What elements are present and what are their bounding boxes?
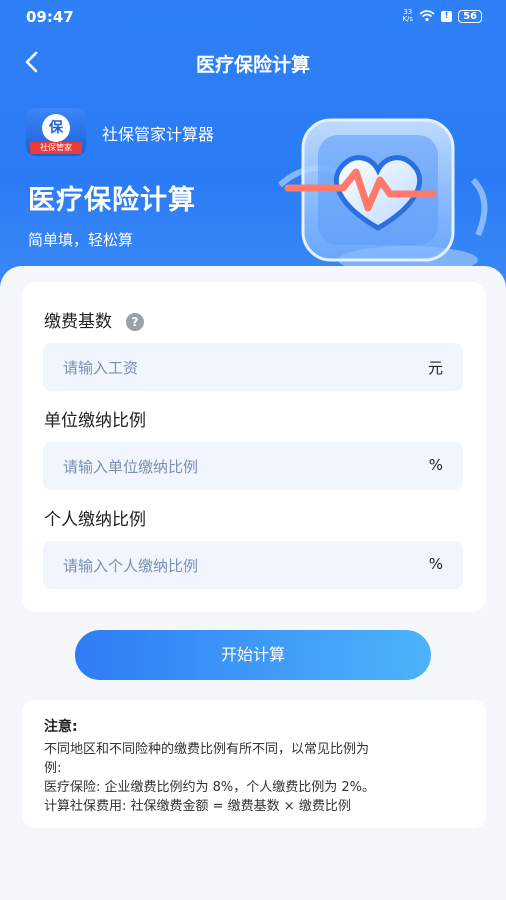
base-salary-unit: 元	[427, 359, 443, 377]
alert-icon: !	[441, 10, 453, 22]
company-rate-label: 单位缴纳比例	[44, 411, 146, 431]
base-label: 缴费基数?	[44, 307, 144, 332]
network-speed: 33 K/s	[402, 8, 414, 23]
status-time: 09:47	[26, 8, 74, 26]
company-rate-unit: %	[428, 456, 443, 474]
hero-title: 医疗保险计算	[28, 185, 196, 216]
notice-line: 计算社保费用: 社保缴费金额 = 缴费基数 × 缴费比例	[44, 799, 351, 814]
page-title: 医疗保险计算	[195, 54, 310, 76]
nav-bar: 医疗保险计算	[0, 40, 506, 84]
hero-subtitle: 简单填，轻松算	[28, 231, 134, 249]
heart-pulse-illustration	[278, 118, 488, 274]
calculate-button[interactable]: 开始计算	[75, 630, 431, 680]
personal-rate-placeholder: 请输入个人缴纳比例	[63, 557, 199, 575]
personal-rate-unit: %	[428, 555, 443, 573]
notice-title: 注意:	[44, 719, 78, 735]
base-salary-placeholder: 请输入工资	[63, 359, 139, 377]
app-logo: 保 社保管家	[26, 108, 86, 156]
company-rate-placeholder: 请输入单位缴纳比例	[63, 458, 199, 476]
logo-ribbon: 社保管家	[30, 142, 82, 154]
notice-line: 医疗保险: 企业缴费比例约为 8%，个人缴费比例为 2%。	[44, 780, 376, 795]
personal-rate-input[interactable]: 请输入个人缴纳比例 %	[43, 541, 463, 589]
notice-line: 不同地区和不同险种的缴费比例有所不同，以常见比例为	[44, 742, 370, 757]
question-circle-icon[interactable]: ?	[126, 313, 144, 331]
app-name: 社保管家计算器	[102, 125, 215, 144]
logo-mark: 保	[42, 114, 70, 142]
company-rate-input[interactable]: 请输入单位缴纳比例 %	[43, 442, 463, 490]
status-bar: 09:47 33 K/s ! 56	[0, 0, 506, 34]
wifi-icon	[419, 10, 435, 22]
base-salary-input[interactable]: 请输入工资 元	[43, 343, 463, 391]
battery-icon: 56	[458, 9, 482, 23]
personal-rate-label: 个人缴纳比例	[44, 510, 146, 530]
notice-line: 例:	[44, 761, 62, 776]
